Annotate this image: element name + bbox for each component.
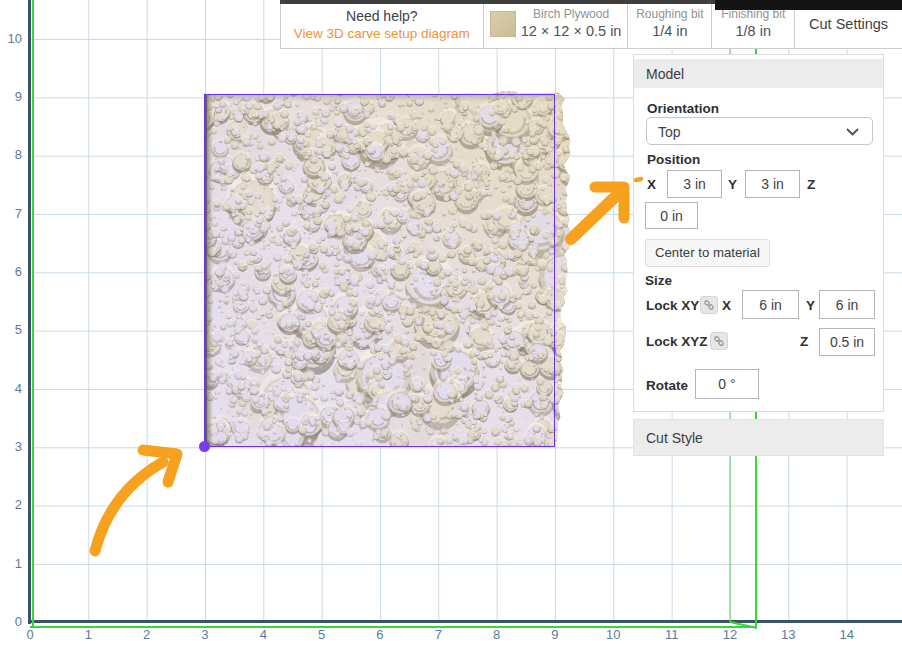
roughing-bit-value: 1/4 in bbox=[652, 22, 687, 41]
rotate-label: Rotate bbox=[646, 378, 688, 393]
lock-xyz-button[interactable] bbox=[710, 332, 728, 350]
model-panel: Model Orientation Top Position X Y Z Cen… bbox=[633, 54, 884, 412]
rotate-input[interactable] bbox=[695, 369, 759, 399]
view-3d-carve-setup-diagram-link[interactable]: View 3D carve setup diagram bbox=[294, 25, 470, 42]
size-label: Size bbox=[645, 273, 672, 288]
need-help-text: Need help? bbox=[346, 7, 418, 25]
cut-style-title: Cut Style bbox=[646, 430, 703, 446]
material-swatch bbox=[490, 11, 516, 37]
size-z-label: Z bbox=[800, 334, 808, 349]
model-selection-outline bbox=[204, 94, 555, 447]
help-section: Need help? View 3D carve setup diagram bbox=[281, 0, 484, 48]
workspace: 01234567891011121314012345678910 Need he… bbox=[0, 0, 902, 652]
size-x-label: X bbox=[722, 298, 731, 313]
unlink-icon bbox=[703, 299, 715, 311]
orientation-value: Top bbox=[658, 124, 681, 140]
chevron-down-icon bbox=[846, 128, 859, 136]
window-top-black-bar bbox=[715, 0, 902, 10]
position-z-input[interactable] bbox=[645, 202, 698, 229]
roughing-bit-section[interactable]: Roughing bit 1/4 in bbox=[628, 0, 712, 48]
position-x-input[interactable] bbox=[667, 170, 722, 198]
cut-style-panel-header[interactable]: Cut Style bbox=[633, 419, 884, 456]
lock-xy-button[interactable] bbox=[700, 296, 718, 314]
size-y-input[interactable] bbox=[819, 290, 875, 319]
size-y-label: Y bbox=[806, 298, 815, 313]
size-z-input[interactable] bbox=[819, 328, 875, 356]
finishing-bit-value: 1/8 in bbox=[735, 22, 770, 41]
material-name: Birch Plywood bbox=[533, 7, 609, 22]
material-section[interactable]: Birch Plywood 12 × 12 × 0.5 in bbox=[484, 0, 629, 48]
model-panel-header: Model bbox=[634, 59, 883, 88]
position-z-label: Z bbox=[807, 177, 815, 192]
orientation-select[interactable]: Top bbox=[646, 117, 873, 145]
position-y-label: Y bbox=[728, 177, 737, 192]
position-label: Position bbox=[647, 152, 700, 167]
size-x-input[interactable] bbox=[742, 290, 799, 319]
lock-xy-label: Lock XY bbox=[646, 298, 699, 313]
position-x-label: X bbox=[647, 177, 656, 192]
center-to-material-button[interactable]: Center to material bbox=[645, 239, 770, 267]
roughing-bit-label: Roughing bit bbox=[636, 7, 703, 22]
model-panel-title: Model bbox=[646, 66, 684, 82]
position-y-input[interactable] bbox=[745, 170, 800, 198]
orientation-label: Orientation bbox=[647, 101, 719, 116]
lock-xyz-label: Lock XYZ bbox=[646, 334, 708, 349]
model-origin-handle[interactable] bbox=[199, 441, 210, 452]
unlink-icon bbox=[713, 335, 725, 347]
material-dimensions: 12 × 12 × 0.5 in bbox=[521, 22, 622, 41]
